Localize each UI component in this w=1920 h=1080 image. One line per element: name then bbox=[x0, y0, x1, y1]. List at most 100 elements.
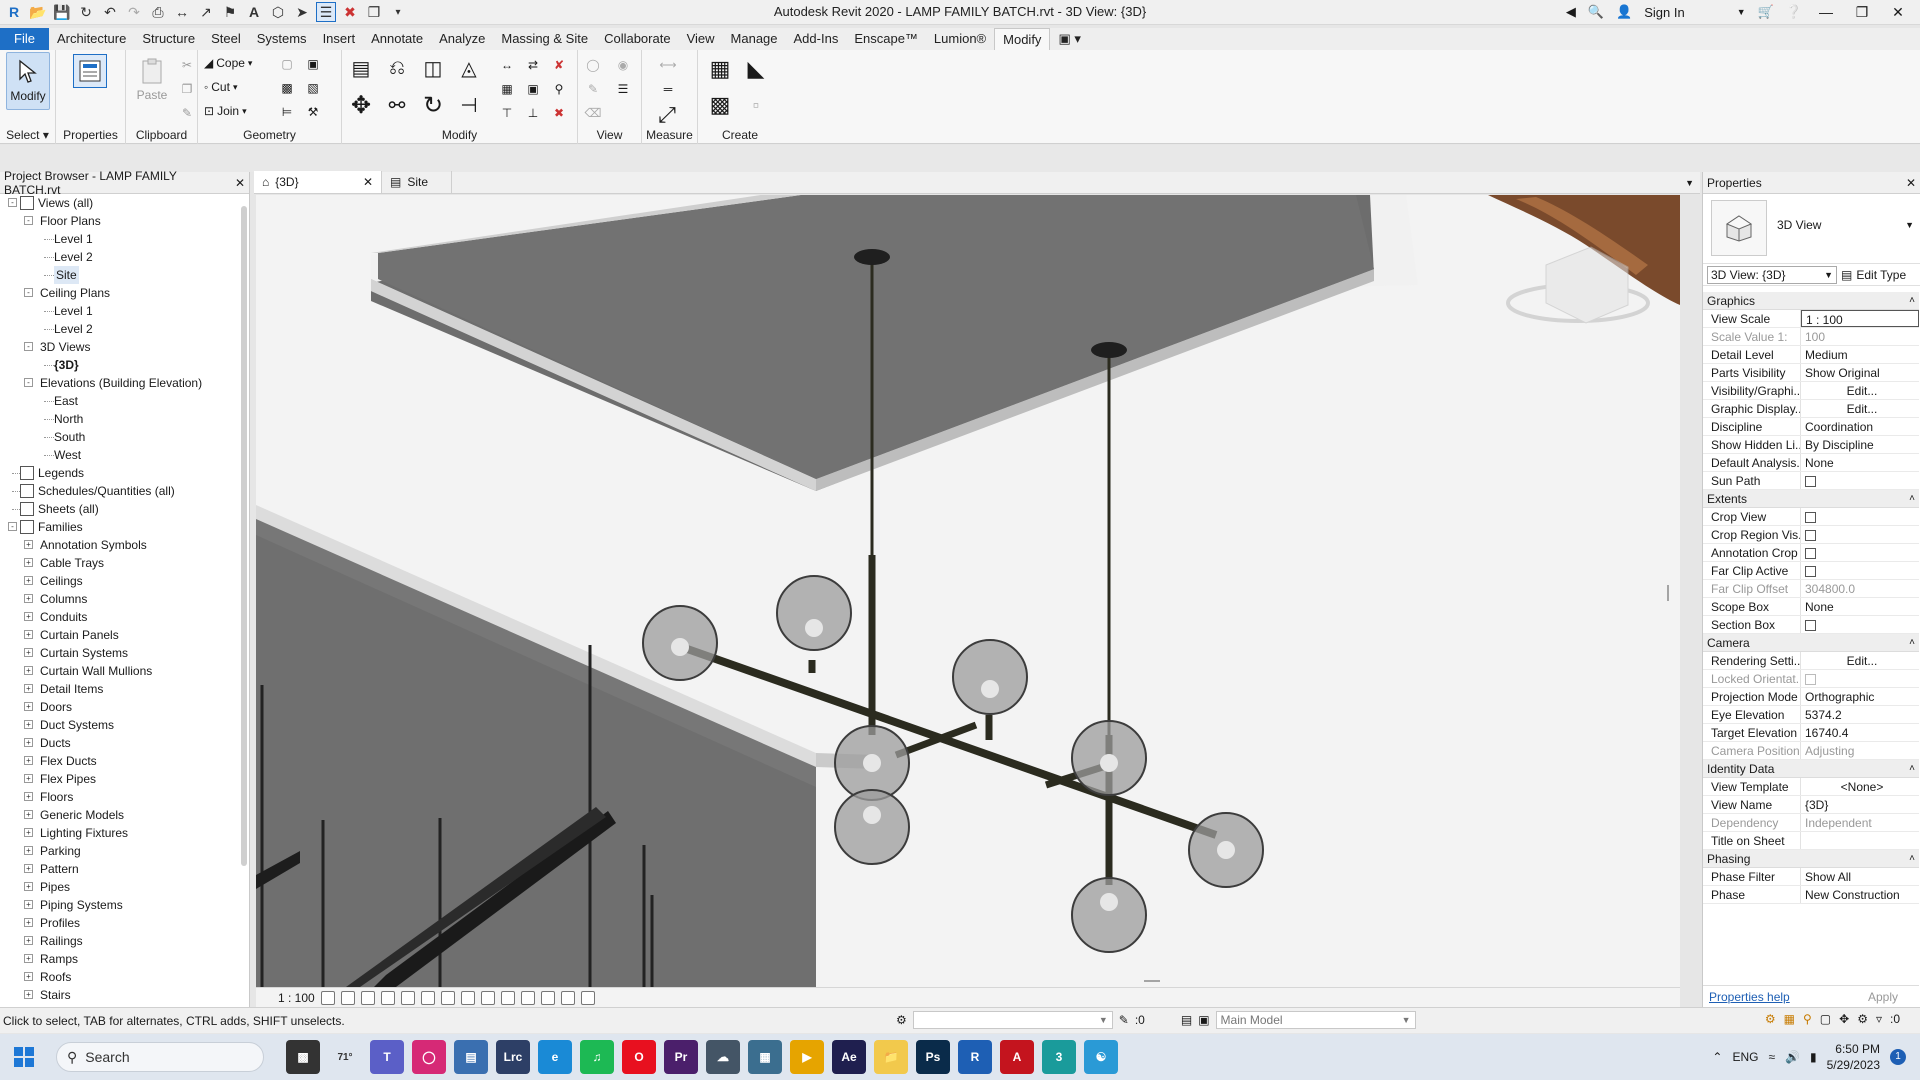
create-group-icon[interactable]: ▩ bbox=[704, 90, 736, 120]
tree-item[interactable]: -3D Views bbox=[0, 338, 240, 356]
checkbox-icon[interactable] bbox=[1805, 548, 1816, 559]
spotify-icon[interactable]: ♫ bbox=[580, 1040, 614, 1074]
expand-icon[interactable]: + bbox=[24, 684, 33, 693]
tree-item[interactable]: - Views (all) bbox=[0, 194, 240, 212]
property-edit-button[interactable]: Edit... bbox=[1801, 400, 1919, 417]
tree-item[interactable]: + Duct Systems bbox=[0, 716, 240, 734]
opera-icon[interactable]: O bbox=[622, 1040, 656, 1074]
language-indicator[interactable]: ENG bbox=[1732, 1050, 1758, 1064]
tree-item[interactable]: + Flex Ducts bbox=[0, 752, 240, 770]
property-section[interactable]: Identity Data ˄ bbox=[1703, 760, 1919, 778]
trim-extend-icon[interactable]: ⊣ bbox=[454, 90, 484, 120]
switch-windows-icon[interactable]: ❐ bbox=[364, 2, 384, 22]
tree-item[interactable]: Level 2 bbox=[0, 320, 240, 338]
customize-qat-icon[interactable]: ▾ bbox=[388, 2, 408, 22]
temp-hide-icon[interactable] bbox=[480, 990, 495, 1005]
tab-file[interactable]: File bbox=[0, 28, 49, 50]
demolish-icon[interactable]: ▧ bbox=[302, 77, 324, 99]
property-checkbox[interactable] bbox=[1801, 616, 1919, 633]
chevron-down-icon[interactable]: ▼ bbox=[1905, 220, 1914, 230]
tab-view[interactable]: View bbox=[679, 28, 723, 50]
detail-level-icon[interactable] bbox=[320, 990, 335, 1005]
tab-add-ins[interactable]: Add-Ins bbox=[786, 28, 847, 50]
expand-icon[interactable]: + bbox=[24, 630, 33, 639]
mirror-draw-axis-icon[interactable]: ◬ bbox=[454, 54, 484, 82]
close-icon[interactable]: ✕ bbox=[235, 176, 245, 190]
tab-insert[interactable]: Insert bbox=[315, 28, 364, 50]
expand-icon[interactable]: + bbox=[24, 954, 33, 963]
trim-single-icon[interactable]: ⊥ bbox=[522, 102, 544, 124]
copy-icon[interactable]: ❐ bbox=[176, 78, 198, 100]
drag-elements-icon[interactable]: ✥ bbox=[1839, 1012, 1849, 1026]
background-process-icon[interactable]: ⚙ bbox=[1857, 1012, 1868, 1026]
photoshop-icon[interactable]: Ps bbox=[916, 1040, 950, 1074]
start-button[interactable] bbox=[0, 1034, 48, 1080]
checkbox-icon[interactable] bbox=[1805, 566, 1816, 577]
3dsmax-icon[interactable]: 3 bbox=[1042, 1040, 1076, 1074]
property-section[interactable]: Phasing ˄ bbox=[1703, 850, 1919, 868]
sync-icon[interactable]: ↻ bbox=[76, 2, 96, 22]
eraser-icon[interactable]: ⌫ bbox=[582, 102, 604, 124]
weather-widget[interactable]: 71° bbox=[328, 1040, 362, 1074]
collapse-icon[interactable]: - bbox=[24, 378, 33, 387]
select-underlay-icon[interactable]: ▦ bbox=[1784, 1012, 1795, 1026]
tree-item[interactable]: Site bbox=[0, 266, 240, 284]
tab-enscape[interactable]: Enscape™ bbox=[846, 28, 926, 50]
array-icon[interactable]: ▦ bbox=[496, 78, 518, 100]
copy-element-icon[interactable]: ⚯ bbox=[382, 90, 412, 120]
clock[interactable]: 6:50 PM 5/29/2023 bbox=[1827, 1041, 1880, 1073]
aligned-dimension-icon[interactable]: ⤢ bbox=[650, 100, 684, 130]
tree-item[interactable]: - Families bbox=[0, 518, 240, 536]
create-similar-icon[interactable]: ▫ bbox=[740, 90, 772, 120]
join-geometry-icon[interactable]: ⊨ bbox=[276, 101, 298, 123]
create-assembly-icon[interactable]: ▦ bbox=[704, 54, 736, 84]
property-section[interactable]: Extents ˄ bbox=[1703, 490, 1919, 508]
tab-massing-site[interactable]: Massing & Site bbox=[493, 28, 596, 50]
tree-item[interactable]: + Curtain Systems bbox=[0, 644, 240, 662]
help-icon[interactable]: ❔ bbox=[1786, 4, 1802, 20]
tab-lumion[interactable]: Lumion® bbox=[926, 28, 994, 50]
view-scale[interactable]: 1 : 100 bbox=[278, 991, 315, 1005]
autocad-icon[interactable]: A bbox=[1000, 1040, 1034, 1074]
tree-item[interactable]: + Floors bbox=[0, 788, 240, 806]
tab-site-view[interactable]: ▤ Site bbox=[382, 171, 452, 193]
chevron-down-icon[interactable]: ▼ bbox=[1737, 7, 1746, 17]
tab-steel[interactable]: Steel bbox=[203, 28, 249, 50]
expand-icon[interactable]: + bbox=[24, 828, 33, 837]
project-browser-scrollbar[interactable] bbox=[241, 206, 247, 866]
tab-annotate[interactable]: Annotate bbox=[363, 28, 431, 50]
expand-icon[interactable]: + bbox=[24, 774, 33, 783]
collapse-icon[interactable]: ˄ bbox=[1909, 490, 1915, 508]
exclude-options-icon[interactable]: ▣ bbox=[1198, 1013, 1209, 1027]
tree-item[interactable]: + Conduits bbox=[0, 608, 240, 626]
tree-item[interactable]: + Profiles bbox=[0, 914, 240, 932]
notification-badge[interactable]: 1 bbox=[1890, 1049, 1906, 1065]
properties-button[interactable] bbox=[68, 52, 112, 110]
paint-icon[interactable]: ▩ bbox=[276, 77, 298, 99]
redo-icon[interactable]: ↷ bbox=[124, 2, 144, 22]
collapse-icon[interactable]: - bbox=[24, 342, 33, 351]
edit-type-icon[interactable]: ▤ bbox=[1841, 268, 1852, 282]
tree-item[interactable]: + Generic Models bbox=[0, 806, 240, 824]
3d-view-icon[interactable]: ⬡ bbox=[268, 2, 288, 22]
measure-icon[interactable]: ↔ bbox=[172, 2, 192, 22]
select-by-face-icon[interactable]: ▢ bbox=[1820, 1012, 1831, 1026]
contextual-tab-toggle[interactable]: ▣ ▾ bbox=[1050, 28, 1088, 50]
tree-item[interactable]: + Lighting Fixtures bbox=[0, 824, 240, 842]
linework-icon[interactable]: ✎ bbox=[582, 78, 604, 100]
close-hidden-icon[interactable]: ✖ bbox=[340, 2, 360, 22]
select-dropdown[interactable]: Select ▾ bbox=[0, 128, 55, 142]
match-type-icon[interactable]: ✎ bbox=[176, 102, 198, 124]
property-value[interactable]: Show All bbox=[1801, 868, 1919, 885]
cloud-app-icon[interactable]: ☁ bbox=[706, 1040, 740, 1074]
collapse-icon[interactable]: - bbox=[8, 198, 17, 207]
thin-lines-icon[interactable]: ☰ bbox=[316, 2, 336, 22]
3d-viewport[interactable] bbox=[256, 195, 1680, 987]
file-explorer-icon[interactable]: 📁 bbox=[874, 1040, 908, 1074]
tree-item[interactable]: + Ceilings bbox=[0, 572, 240, 590]
3d-model-canvas[interactable] bbox=[256, 195, 1680, 987]
revit-logo-icon[interactable]: R bbox=[4, 2, 24, 22]
collapse-icon[interactable]: - bbox=[24, 288, 33, 297]
tree-item[interactable]: East bbox=[0, 392, 240, 410]
property-checkbox[interactable] bbox=[1801, 562, 1919, 579]
